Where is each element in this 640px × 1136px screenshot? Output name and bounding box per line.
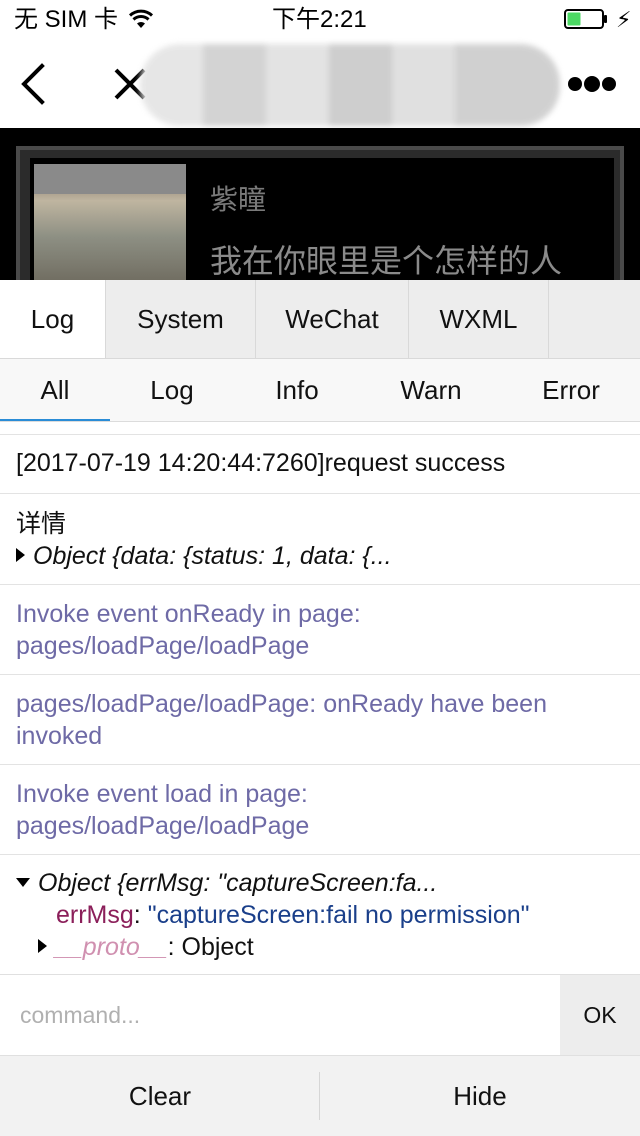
- charging-icon: ⚡: [616, 7, 632, 32]
- proto-value: : Object: [167, 933, 254, 961]
- back-icon[interactable]: [18, 62, 48, 106]
- log-text: Invoke event onReady in page:: [16, 600, 361, 628]
- console-panel: Log System WeChat WXML All Log Info Warn…: [0, 280, 640, 1136]
- object-preview: Object {data: {status: 1, data: {...: [33, 542, 392, 570]
- tab-log[interactable]: Log: [0, 280, 106, 358]
- card-thumbnail-top: [34, 164, 186, 194]
- object-toggle[interactable]: Object {data: {status: 1, data: {...: [16, 540, 640, 572]
- card-body: 紫瞳 我在你眼里是个怎样的人: [30, 158, 614, 286]
- status-bar: 无 SIM 卡 下午2:21 ⚡: [0, 0, 640, 40]
- tab-wechat[interactable]: WeChat: [256, 280, 409, 358]
- command-input[interactable]: [0, 975, 560, 1055]
- object-toggle[interactable]: Object {errMsg: "captureScreen:fa...: [16, 867, 640, 899]
- property-key: errMsg: [56, 901, 134, 929]
- background-page: 紫瞳 我在你眼里是个怎样的人: [0, 128, 640, 286]
- log-label: 详情: [16, 510, 67, 538]
- ok-button[interactable]: OK: [560, 975, 640, 1055]
- log-filters: All Log Info Warn Error: [0, 359, 640, 422]
- console-toolbar: Clear Hide: [0, 1056, 640, 1136]
- object-property: errMsg: "captureScreen:fail no permissio…: [16, 899, 640, 931]
- carrier-label: 无 SIM 卡: [14, 6, 119, 33]
- clear-button[interactable]: Clear: [0, 1056, 320, 1136]
- log-text: pages/loadPage/loadPage: [16, 632, 310, 660]
- log-entry-info: Invoke event onReady in page: pages/load…: [0, 585, 640, 675]
- property-value: "captureScreen:fail no permission": [147, 901, 530, 929]
- filter-log[interactable]: Log: [110, 359, 234, 421]
- expand-right-icon[interactable]: [38, 939, 47, 954]
- expand-right-icon[interactable]: [16, 548, 25, 563]
- page-title-redacted: [140, 44, 560, 126]
- tab-system[interactable]: System: [106, 280, 256, 358]
- log-entry-detail: 详情 Object {data: {status: 1, data: {...: [0, 494, 640, 585]
- command-bar: OK: [0, 974, 640, 1056]
- log-entry-info: pages/loadPage/loadPage: onReady have be…: [0, 675, 640, 765]
- log-text: pages/loadPage/loadPage: [16, 812, 310, 840]
- filter-warn[interactable]: Warn: [360, 359, 502, 421]
- log-entry-info: Invoke event load in page: pages/loadPag…: [0, 765, 640, 855]
- card-subtitle: 我在你眼里是个怎样的人: [210, 243, 563, 279]
- status-time: 下午2:21: [272, 6, 367, 33]
- object-preview: Object {errMsg: "captureScreen:fa...: [38, 869, 438, 897]
- log-text: Invoke event load in page:: [16, 780, 308, 808]
- log-text: pages/loadPage/loadPage: onReady have be…: [16, 690, 547, 718]
- filter-all[interactable]: All: [0, 359, 110, 421]
- expand-down-icon[interactable]: [16, 877, 30, 887]
- card-title: 紫瞳: [210, 184, 267, 215]
- nav-bar: [0, 40, 640, 128]
- log-text: [2017-07-19 14:20:44:7260]request succes…: [16, 449, 506, 477]
- proto-key: __proto__: [55, 933, 168, 961]
- property-separator: :: [133, 901, 148, 929]
- hide-button[interactable]: Hide: [320, 1056, 640, 1136]
- log-entry-request: [2017-07-19 14:20:44:7260]request succes…: [0, 435, 640, 494]
- console-tabs: Log System WeChat WXML: [0, 280, 640, 359]
- object-toggle[interactable]: __proto__: Object: [16, 931, 640, 963]
- more-dots-icon[interactable]: [566, 74, 616, 94]
- filter-error[interactable]: Error: [502, 359, 640, 421]
- tab-wxml[interactable]: WXML: [409, 280, 549, 358]
- content-card[interactable]: 紫瞳 我在你眼里是个怎样的人: [16, 146, 624, 286]
- wifi-icon: [128, 9, 154, 28]
- log-entry-object: Object {errMsg: "captureScreen:fa... err…: [0, 855, 640, 974]
- log-text: invoked: [16, 722, 103, 750]
- filter-info[interactable]: Info: [234, 359, 360, 421]
- battery-icon: [564, 9, 607, 29]
- log-list[interactable]: [2017-07-19 14:20:44:7260]request succes…: [0, 422, 640, 974]
